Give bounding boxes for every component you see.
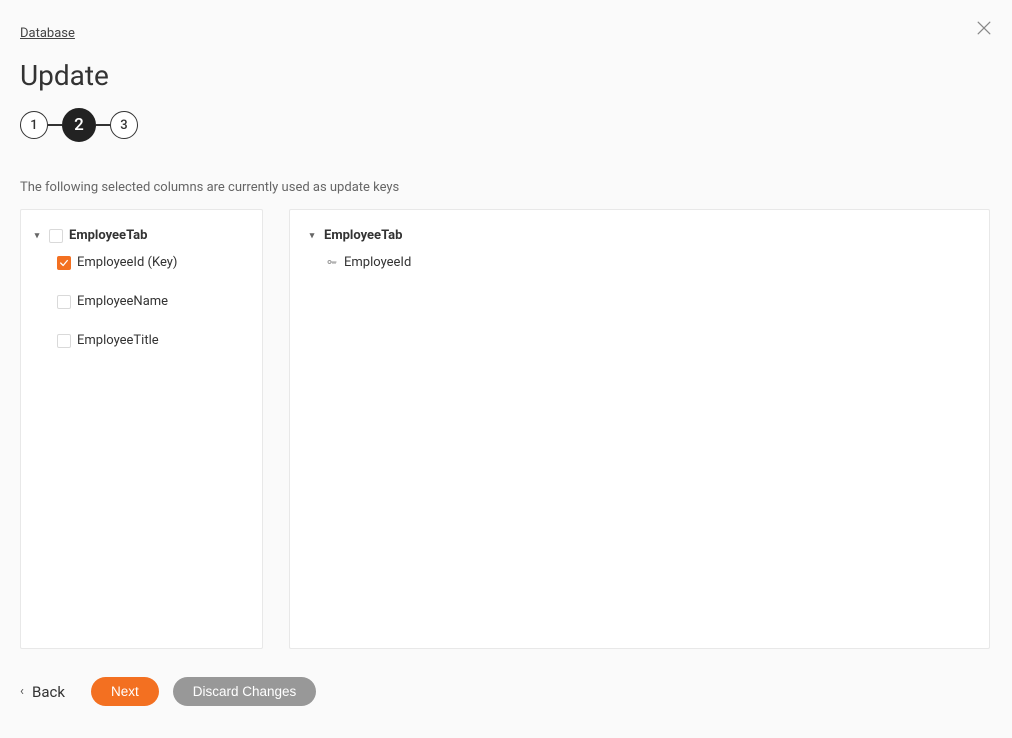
chevron-left-icon <box>20 688 28 696</box>
checkbox-table[interactable] <box>49 229 63 243</box>
column-label: EmployeeName <box>77 294 168 309</box>
chevron-down-icon[interactable] <box>31 230 43 242</box>
step-description: The following selected columns are curre… <box>20 180 992 195</box>
chevron-down-icon[interactable] <box>306 230 318 242</box>
table-row[interactable]: EmployeeTab <box>296 222 983 249</box>
column-row[interactable]: EmployeeTitle <box>27 327 256 354</box>
checkbox-employeetitle[interactable] <box>57 334 71 348</box>
back-button[interactable]: Back <box>20 683 65 701</box>
back-label: Back <box>32 683 65 701</box>
column-row[interactable]: EmployeeId (Key) <box>27 249 256 276</box>
table-label: EmployeeTab <box>69 228 147 243</box>
key-row[interactable]: EmployeeId <box>296 249 983 276</box>
keys-panel: EmployeeTab EmployeeId <box>289 209 990 649</box>
step-connector <box>48 124 62 126</box>
checkbox-employeename[interactable] <box>57 295 71 309</box>
table-label: EmployeeTab <box>324 228 402 243</box>
columns-panel: EmployeeTab EmployeeId (Key) EmployeeNam… <box>20 209 263 649</box>
step-1[interactable]: 1 <box>20 111 48 139</box>
column-label: EmployeeId (Key) <box>77 255 177 270</box>
step-2[interactable]: 2 <box>62 108 96 142</box>
page-title: Update <box>20 59 992 92</box>
table-row[interactable]: EmployeeTab <box>27 222 256 249</box>
next-button[interactable]: Next <box>91 677 159 706</box>
breadcrumb-database[interactable]: Database <box>20 26 75 41</box>
column-label: EmployeeTitle <box>77 333 159 348</box>
discard-button[interactable]: Discard Changes <box>173 677 317 706</box>
close-icon[interactable] <box>974 18 994 38</box>
step-connector <box>96 124 110 126</box>
stepper: 1 2 3 <box>20 108 992 142</box>
column-row[interactable]: EmployeeName <box>27 288 256 315</box>
step-3[interactable]: 3 <box>110 111 138 139</box>
key-icon <box>326 257 338 269</box>
checkbox-employeeid[interactable] <box>57 256 71 270</box>
key-label: EmployeeId <box>344 255 411 270</box>
